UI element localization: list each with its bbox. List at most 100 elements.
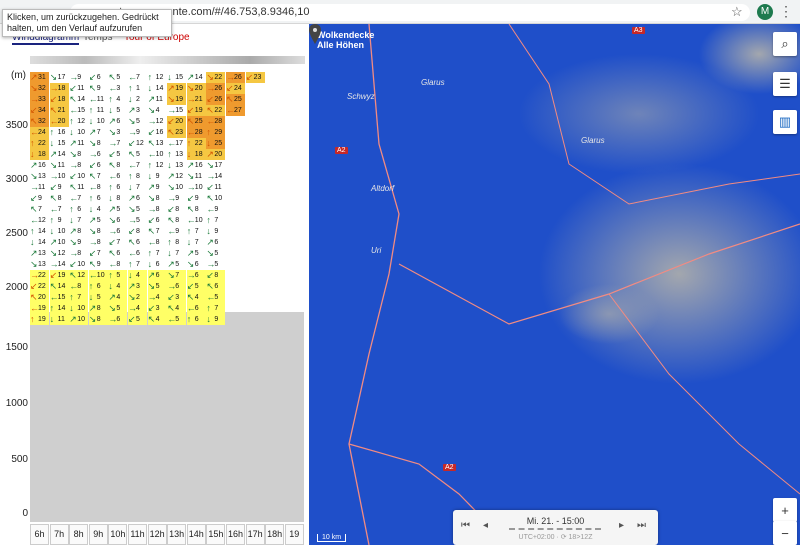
wind-speed: 14 (38, 228, 46, 235)
map-view[interactable]: Wolkendecke Alle Höhen Schwyz Glarus Gla… (309, 24, 800, 545)
wind-arrow-icon: ← (167, 314, 177, 324)
wind-cell: ↘ 5 (128, 116, 147, 127)
wind-speed: 15 (57, 140, 66, 147)
wind-speed: 12 (155, 162, 164, 169)
wind-arrow-icon: ↖ (206, 105, 214, 115)
wind-cell: ↘ 11 (49, 160, 69, 171)
wind-arrow-icon: ↘ (30, 259, 38, 269)
hour-label: 11h (128, 524, 147, 545)
wind-speed: 9 (214, 228, 219, 235)
wind-speed: 29 (214, 129, 223, 136)
wind-cell: ↖ 4 (167, 303, 187, 314)
wind-cell: ↑ 7 (128, 259, 147, 270)
wind-speed: 22 (38, 283, 46, 290)
wind-arrow-icon: ↑ (30, 226, 35, 236)
wind-arrow-icon: ↘ (147, 281, 156, 291)
wind-arrow-icon: ↖ (167, 215, 175, 225)
wind-arrow-icon: ↓ (206, 314, 211, 324)
wind-speed: 5 (136, 217, 140, 224)
chart-icon[interactable]: ▥ (773, 110, 797, 134)
search-icon[interactable]: ⌕ (773, 32, 797, 56)
wind-arrow-icon: ↖ (108, 160, 116, 170)
wind-arrow-icon: ↗ (108, 116, 116, 126)
cloud-shade-bar (30, 56, 305, 64)
wind-cell: ↖ 5 (128, 149, 147, 160)
location-pin-icon[interactable] (309, 24, 321, 44)
wind-cell: ← 7 (49, 204, 69, 215)
wind-arrow-icon: ↓ (147, 259, 153, 269)
map-terrain (309, 24, 800, 545)
wind-speed: 8 (77, 162, 82, 169)
wind-speed: 7 (194, 239, 199, 246)
skip-forward-icon[interactable]: ⏭ (637, 520, 646, 531)
kebab-menu-icon[interactable]: ⋮ (779, 3, 793, 20)
wind-speed: 9 (96, 85, 101, 92)
wind-cell: ↑ 7 (206, 215, 226, 226)
wind-cell: ↓ 4 (88, 204, 108, 215)
wind-speed: 6 (96, 151, 101, 158)
wind-speed: 6 (175, 283, 180, 290)
wind-arrow-icon: ↑ (69, 292, 74, 302)
wind-cell: ↘ 4 (147, 105, 167, 116)
wind-arrow-icon: ↘ (49, 160, 58, 170)
wind-cell: ↑ 7 (69, 292, 89, 303)
wind-speed: 11 (77, 184, 85, 191)
wind-cell: ↑ 6 (186, 314, 206, 325)
wind-cell: ↗ 4 (108, 292, 128, 303)
wind-cell: ← 6 (128, 248, 147, 259)
wind-cell: ↙ 24 (226, 83, 245, 94)
wind-speed: 8 (96, 184, 101, 191)
wind-cell: → 8 (69, 248, 89, 259)
wind-arrow-icon: ↗ (167, 259, 175, 269)
wind-arrow-icon: ↖ (206, 193, 214, 203)
time-slider[interactable] (509, 528, 601, 531)
wind-arrow-icon: → (206, 171, 216, 181)
wind-cell: ↗ 16 (186, 160, 206, 171)
wind-speed: 9 (175, 228, 180, 235)
wind-speed: 24 (234, 85, 242, 92)
wind-cell: ← 5 (167, 314, 187, 325)
zoom-out-button[interactable]: − (773, 521, 797, 545)
wind-arrow-icon: → (69, 72, 79, 82)
wind-speed: 8 (214, 272, 219, 279)
wind-speed: 6 (194, 305, 199, 312)
wind-cell: ↑ 13 (167, 149, 187, 160)
wind-cell: ↙ 6 (147, 215, 167, 226)
wind-arrow-icon: ↓ (108, 193, 113, 203)
wind-cell: ↙ 20 (167, 116, 187, 127)
wind-speed: 8 (136, 228, 140, 235)
wind-speed: 9 (77, 74, 82, 81)
wind-arrow-icon: ↓ (108, 105, 113, 115)
wind-cell: ↓ 14 (30, 237, 49, 248)
zoom-in-button[interactable]: + (773, 498, 797, 522)
wind-arrow-icon: ↙ (30, 193, 38, 203)
wind-cell: ↙ 18 (49, 94, 69, 105)
road-sign: A2 (335, 147, 348, 154)
wind-cell: ↗ 5 (186, 248, 206, 259)
wind-speed: 7 (175, 272, 180, 279)
wind-cell: ← 10 (147, 149, 167, 160)
wind-arrow-icon: ← (128, 248, 137, 258)
wind-arrow-icon: ↓ (49, 314, 55, 324)
wind-cell: ↗ 10 (49, 237, 69, 248)
altitude-label: 500 (11, 454, 28, 465)
wind-cell: ↑ 8 (167, 237, 187, 248)
wind-cell: → 9 (69, 72, 89, 83)
wind-arrow-icon: ↓ (69, 127, 74, 137)
wind-arrow-icon: → (30, 182, 39, 192)
wind-speed: 8 (155, 206, 160, 213)
wind-arrow-icon: ← (186, 215, 196, 225)
avatar[interactable]: M (757, 4, 773, 20)
wind-speed: 5 (214, 250, 219, 257)
bookmark-star-icon[interactable]: ☆ (731, 4, 743, 20)
wind-arrow-icon: ↖ (88, 259, 97, 269)
step-forward-icon[interactable]: ▸ (619, 520, 624, 531)
town-label: Schwyz (347, 92, 375, 101)
wind-speed: 5 (175, 316, 180, 323)
wind-speed: 8 (175, 217, 180, 224)
address-bar[interactable]: meteo-parapente.com/#/46.753,8.9346,10 (70, 4, 750, 21)
sliders-icon[interactable]: ☰ (773, 72, 797, 96)
wind-speed: 11 (96, 96, 105, 103)
wind-arrow-icon: ↘ (128, 292, 136, 302)
wind-speed: 5 (96, 217, 101, 224)
